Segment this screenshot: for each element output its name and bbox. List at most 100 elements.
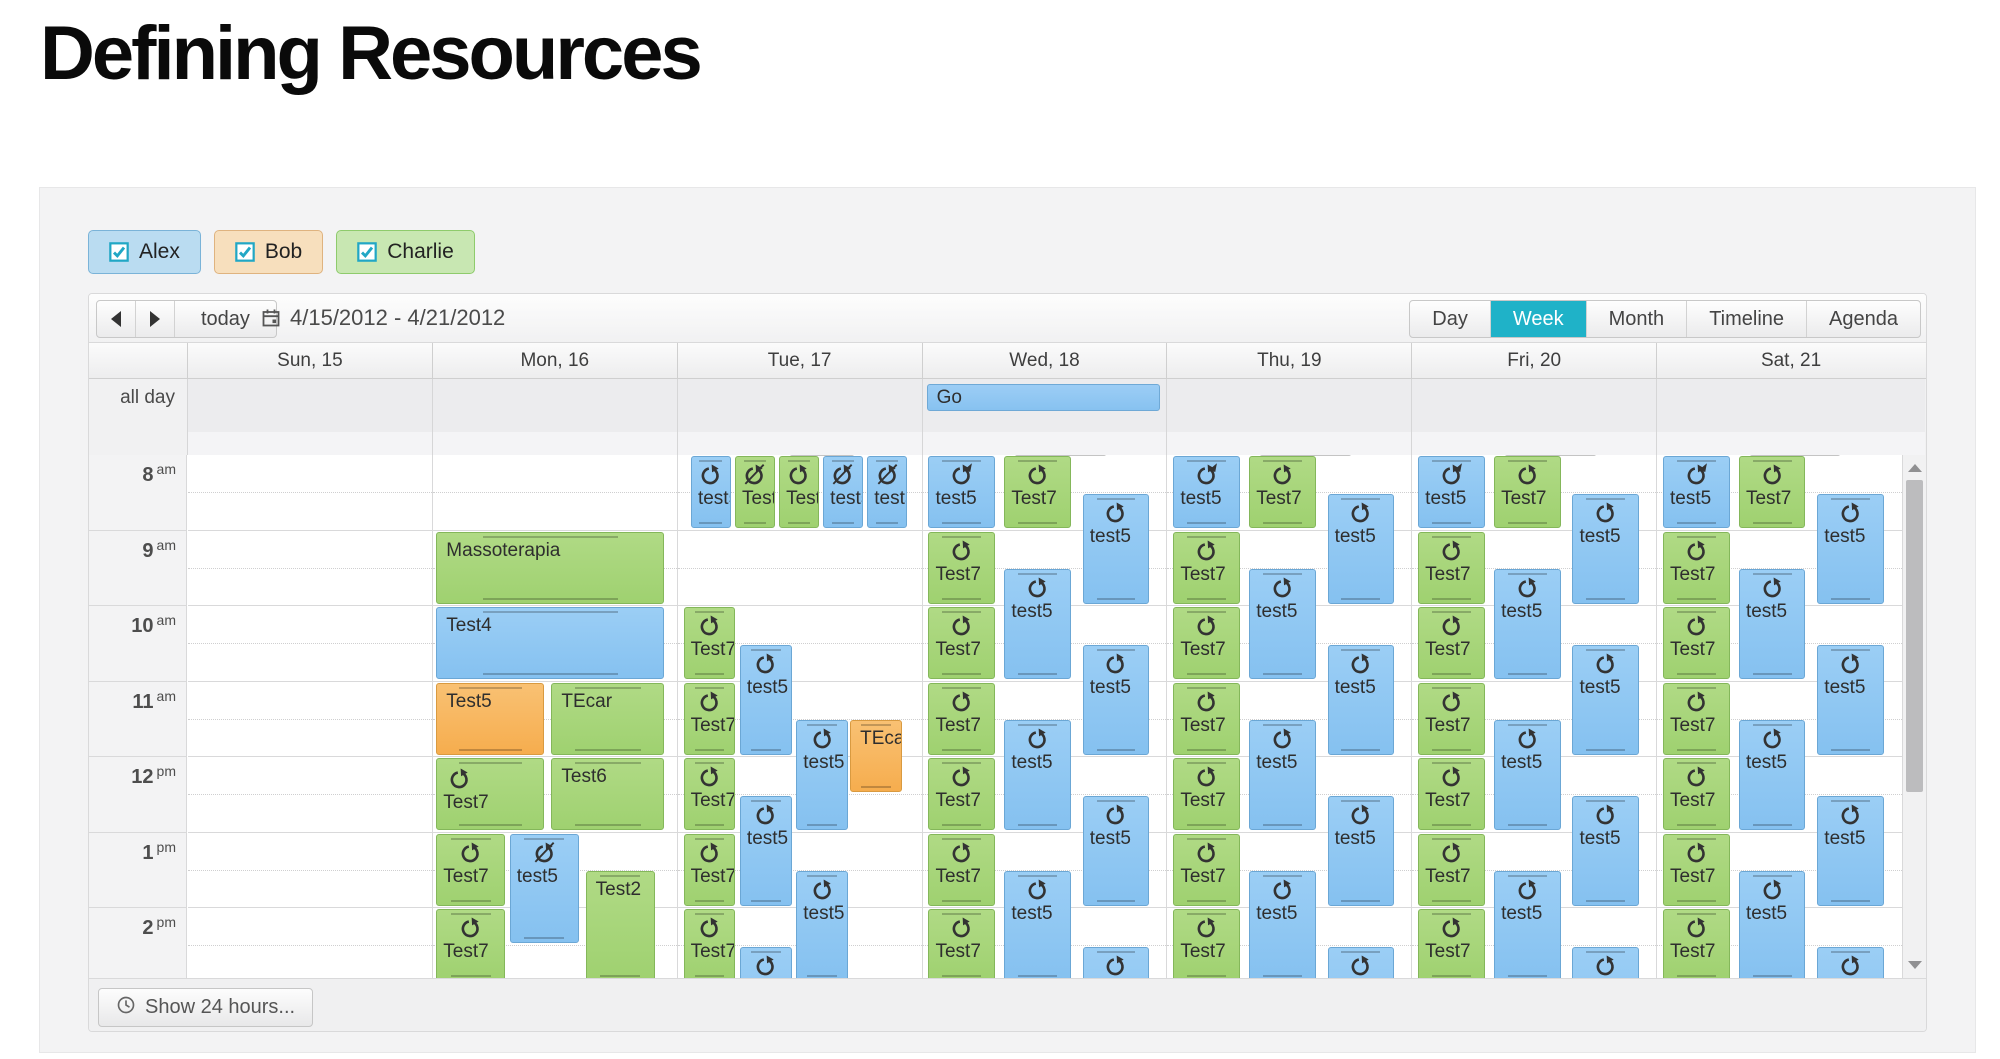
event[interactable]: test5 xyxy=(1572,947,1639,978)
event[interactable]: Test7 xyxy=(1418,758,1485,830)
event[interactable]: Test7 xyxy=(1173,758,1240,830)
event[interactable]: Test7 xyxy=(1663,834,1730,906)
event[interactable]: Test7 xyxy=(735,456,775,528)
all-day-event[interactable]: Go xyxy=(927,384,1161,411)
view-tab-agenda[interactable]: Agenda xyxy=(1807,301,1920,337)
show-24-hours-button[interactable]: Show 24 hours... xyxy=(98,988,313,1027)
event[interactable]: test5 xyxy=(1173,456,1240,528)
event[interactable]: test5 xyxy=(740,947,792,978)
event[interactable]: test5 xyxy=(1083,796,1150,906)
event[interactable]: test5 xyxy=(1083,645,1150,755)
resize-handle[interactable] xyxy=(790,455,854,456)
event[interactable]: Test7 xyxy=(1173,532,1240,604)
resize-handle[interactable] xyxy=(1015,455,1106,456)
resource-filter-charlie[interactable]: Charlie xyxy=(336,230,475,274)
all-day-cell[interactable] xyxy=(677,379,922,455)
event[interactable]: test5 xyxy=(510,834,579,944)
scrollbar-thumb[interactable] xyxy=(1906,480,1923,792)
time-slot-cell[interactable] xyxy=(188,757,432,833)
event[interactable]: Test6 xyxy=(551,758,664,830)
view-tab-week[interactable]: Week xyxy=(1491,301,1587,337)
all-day-cell[interactable] xyxy=(187,379,432,455)
event[interactable]: Test7 xyxy=(1418,834,1485,906)
event[interactable]: Test7 xyxy=(436,834,505,906)
event[interactable]: test5 xyxy=(1249,569,1316,679)
event[interactable]: Test7 xyxy=(928,758,995,830)
event[interactable]: test5 xyxy=(691,456,731,528)
checkbox-checked-icon[interactable] xyxy=(109,242,129,262)
all-day-cell[interactable] xyxy=(1166,379,1411,455)
event[interactable]: test5 xyxy=(1004,569,1071,679)
event[interactable]: test5 xyxy=(1083,947,1150,978)
view-tab-day[interactable]: Day xyxy=(1410,301,1491,337)
time-slot-cell[interactable] xyxy=(188,682,432,758)
time-slot-cell[interactable] xyxy=(188,833,432,909)
event[interactable]: Test4 xyxy=(436,607,664,679)
event[interactable]: Test7 xyxy=(1173,683,1240,755)
event[interactable]: test5 xyxy=(1328,796,1395,906)
event[interactable]: test5 xyxy=(1663,456,1730,528)
event[interactable]: test5 xyxy=(1328,494,1395,604)
event[interactable]: test5 xyxy=(1739,569,1806,679)
event[interactable]: Test7 xyxy=(928,834,995,906)
time-slot-cell[interactable] xyxy=(433,455,677,531)
event[interactable]: Test7 xyxy=(1418,683,1485,755)
event[interactable]: test5 xyxy=(1572,796,1639,906)
event[interactable]: Test7 xyxy=(1418,909,1485,978)
event[interactable]: test5 xyxy=(1817,494,1884,604)
event[interactable]: TEcar xyxy=(850,720,902,792)
checkbox-checked-icon[interactable] xyxy=(357,242,377,262)
resource-filter-alex[interactable]: Alex xyxy=(88,230,201,274)
event[interactable]: test5 xyxy=(796,871,848,978)
all-day-cell[interactable] xyxy=(432,379,677,455)
event[interactable]: Test7 xyxy=(684,758,736,830)
scroll-down-button[interactable] xyxy=(1903,956,1926,974)
event[interactable]: test5 xyxy=(1572,645,1639,755)
event[interactable]: Test7 xyxy=(1739,456,1806,528)
event[interactable]: Test7 xyxy=(1663,607,1730,679)
event[interactable]: Test7 xyxy=(684,909,736,978)
time-slot-cell[interactable] xyxy=(188,455,432,531)
checkbox-checked-icon[interactable] xyxy=(235,242,255,262)
event[interactable]: test5 xyxy=(1328,947,1395,978)
event[interactable]: Test7 xyxy=(928,532,995,604)
event[interactable]: test5 xyxy=(1004,871,1071,978)
event[interactable]: test5 xyxy=(796,720,848,830)
event[interactable]: Test7 xyxy=(1663,532,1730,604)
time-slot-cell[interactable] xyxy=(188,908,432,978)
event[interactable]: Test7 xyxy=(1173,909,1240,978)
resize-handle[interactable] xyxy=(1750,455,1841,456)
event[interactable]: Test7 xyxy=(1418,607,1485,679)
event[interactable]: Test5 xyxy=(436,683,544,755)
event[interactable]: test5 xyxy=(1004,720,1071,830)
view-tab-month[interactable]: Month xyxy=(1587,301,1688,337)
event[interactable]: test5 xyxy=(740,645,792,755)
event[interactable]: Test7 xyxy=(1663,683,1730,755)
time-slot-cell[interactable] xyxy=(188,531,432,607)
event[interactable]: TEcar xyxy=(551,683,664,755)
date-range-button[interactable]: 4/15/2012 - 4/21/2012 xyxy=(261,300,505,336)
event[interactable]: test5 xyxy=(1249,720,1316,830)
event[interactable]: Test7 xyxy=(1173,834,1240,906)
all-day-cell[interactable] xyxy=(1656,379,1925,455)
event[interactable]: test5 xyxy=(740,796,792,906)
event[interactable]: Test7 xyxy=(684,834,736,906)
event[interactable]: Test7 xyxy=(436,909,505,978)
event[interactable]: test5 xyxy=(1249,871,1316,978)
all-day-cell[interactable] xyxy=(1411,379,1656,455)
event[interactable]: test5 xyxy=(1739,720,1806,830)
event[interactable]: Test7 xyxy=(928,909,995,978)
event[interactable]: test5 xyxy=(823,456,863,528)
prev-button[interactable] xyxy=(97,301,136,337)
event[interactable]: test5 xyxy=(867,456,907,528)
resize-handle[interactable] xyxy=(1260,455,1351,456)
event[interactable]: Test7 xyxy=(684,683,736,755)
event[interactable]: test5 xyxy=(1817,796,1884,906)
event[interactable]: test5 xyxy=(1418,456,1485,528)
event[interactable]: Test7 xyxy=(1663,909,1730,978)
event[interactable]: Test2 xyxy=(586,871,655,978)
event[interactable]: Test7 xyxy=(1418,532,1485,604)
event[interactable]: test5 xyxy=(1817,947,1884,978)
next-button[interactable] xyxy=(136,301,175,337)
event[interactable]: test5 xyxy=(928,456,995,528)
